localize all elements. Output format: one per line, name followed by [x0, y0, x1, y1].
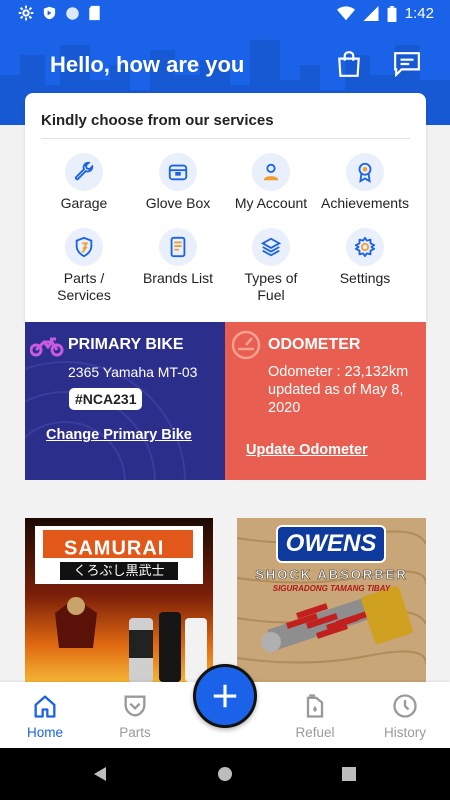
service-glove-box[interactable]: Glove Box — [128, 153, 228, 212]
divider — [41, 138, 410, 139]
nav-home[interactable]: Home — [5, 692, 85, 740]
primary-bike-panel: PRIMARY BIKE 2365 Yamaha MT-03 #NCA231 C… — [25, 322, 225, 480]
battery-icon — [387, 5, 397, 22]
service-label: Settings — [339, 270, 391, 286]
nav-parts[interactable]: Parts — [95, 692, 175, 740]
service-label: Types of Fuel — [244, 270, 298, 303]
shock-absorber-text: SHOCK ABSORBER — [255, 567, 408, 583]
promo-banner-owens[interactable]: OWENS SHOCK ABSORBER SIGURADONG TAMANG T… — [237, 518, 426, 688]
nav-history[interactable]: History — [365, 692, 445, 740]
message-icon — [394, 52, 420, 77]
back-icon[interactable] — [92, 766, 108, 782]
recents-icon[interactable] — [342, 767, 356, 781]
registered-mark: ® — [164, 539, 172, 549]
owens-logo-text: OWENS — [285, 530, 377, 557]
services-title: Kindly choose from our services — [41, 112, 274, 129]
greeting-title: Hello, how are you — [50, 52, 245, 77]
status-bar: 1:42 — [0, 0, 450, 28]
messages-button[interactable] — [386, 43, 428, 85]
plate-number-badge: #NCA231 — [69, 388, 143, 410]
shield-icon — [75, 236, 93, 258]
primary-bike-title: PRIMARY BIKE — [68, 336, 184, 353]
circle-status-icon — [66, 6, 79, 20]
samurai-japanese-text: くろぶし黒武士 — [73, 563, 165, 578]
system-navigation-bar — [0, 748, 450, 800]
update-odometer-link[interactable]: Update Odometer — [246, 442, 368, 458]
home-icon — [34, 695, 56, 718]
service-settings[interactable]: Settings — [315, 228, 415, 287]
service-my-account[interactable]: My Account — [221, 153, 321, 212]
home-circle-icon[interactable] — [217, 766, 233, 782]
shopping-bag-icon — [338, 51, 360, 77]
odometer-reading: Odometer : 23,132km updated as of May 8,… — [268, 364, 409, 416]
service-parts-services[interactable]: Parts / Services — [34, 228, 134, 304]
service-label: Brands List — [142, 270, 214, 286]
odometer-panel: ODOMETER Odometer : 23,132km updated as … — [225, 322, 426, 480]
nav-label: Refuel — [295, 725, 335, 740]
sd-card-status-icon — [89, 5, 100, 21]
settings-status-icon — [18, 5, 34, 21]
service-garage[interactable]: Garage — [34, 153, 134, 212]
service-label: Glove Box — [145, 195, 211, 211]
speedometer-icon — [231, 330, 261, 360]
user-icon — [263, 163, 279, 181]
award-icon — [358, 162, 372, 183]
shopping-bag-button[interactable] — [328, 43, 370, 85]
shield-status-icon — [43, 6, 56, 20]
fuel-can-icon — [306, 694, 324, 718]
service-label: Garage — [60, 195, 108, 211]
wrench-icon — [74, 161, 94, 181]
promo-banner-samurai[interactable]: SAMURAI® くろぶし黒武士 — [25, 518, 213, 688]
service-types-of-fuel[interactable]: Types of Fuel — [221, 228, 321, 304]
service-achievements[interactable]: Achievements — [315, 153, 415, 212]
tagline-text: SIGURADONG TAMANG TIBAY — [272, 584, 391, 593]
box-icon — [168, 164, 188, 181]
service-label: Parts / Services — [57, 270, 111, 303]
clock-icon — [393, 694, 417, 718]
odometer-title: ODOMETER — [268, 336, 361, 353]
add-button[interactable] — [193, 664, 257, 728]
samurai-brand-text: SAMURAI® — [64, 537, 172, 560]
bike-model: 2365 Yamaha MT-03 — [68, 364, 198, 380]
nav-refuel[interactable]: Refuel — [275, 692, 355, 740]
card-icon — [170, 236, 186, 258]
signal-icon — [363, 6, 379, 21]
layers-icon — [260, 237, 282, 257]
change-primary-bike-link[interactable]: Change Primary Bike — [46, 427, 192, 443]
nav-label: Parts — [119, 725, 151, 740]
status-time: 1:42 — [404, 5, 434, 22]
services-card: Kindly choose from our services Garage G… — [25, 93, 426, 323]
service-label: Achievements — [321, 195, 409, 211]
service-brands-list[interactable]: Brands List — [128, 228, 228, 287]
gear-icon — [354, 236, 376, 258]
wifi-icon — [336, 6, 355, 21]
nav-label: History — [383, 725, 426, 740]
nav-label: Home — [26, 725, 63, 740]
plus-icon — [213, 684, 237, 708]
service-label: My Account — [234, 195, 308, 211]
pocket-icon — [124, 695, 146, 717]
motorcycle-icon — [30, 337, 64, 357]
